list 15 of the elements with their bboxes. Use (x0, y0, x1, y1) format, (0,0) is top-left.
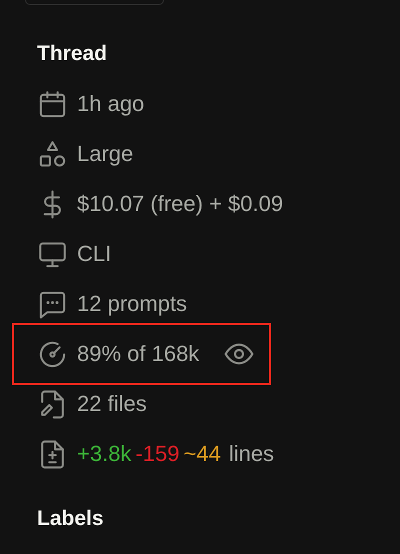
diff-count: -159 (135, 441, 180, 467)
info-text: 89% of 168k (77, 341, 200, 367)
section-heading: Labels (37, 506, 105, 532)
info-text: $10.07 (free) + $0.09 (77, 191, 284, 217)
calendar-icon (37, 88, 68, 120)
shapes-icon (37, 138, 68, 170)
unit-label: lines (228, 441, 274, 467)
info-text: Large (77, 141, 134, 167)
diff-count: +3.8k (77, 441, 132, 467)
info-text: 12 prompts (77, 291, 188, 317)
diff-count: ~44 (183, 441, 221, 467)
info-text: 1h ago (77, 91, 144, 117)
info-text: 22 files (77, 391, 147, 417)
section-heading: Thread (37, 41, 108, 67)
info-text: CLI (77, 241, 112, 267)
